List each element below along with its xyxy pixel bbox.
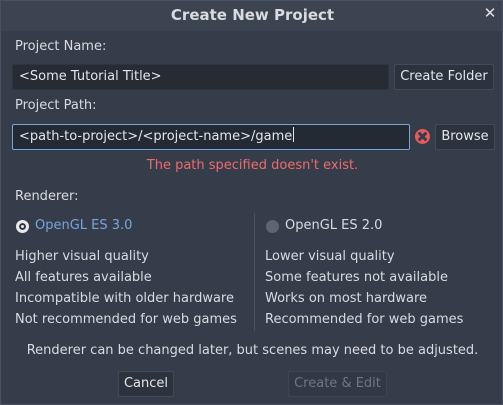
feature-es3-1: Higher visual quality [15,249,149,264]
project-name-input[interactable]: <Some Tutorial Title> [12,64,389,90]
create-folder-button[interactable]: Create Folder [394,64,494,90]
path-error-message: The path specified doesn't exist. [146,158,359,173]
feature-es2-4: Recommended for web games [265,312,464,327]
project-path-label: Project Path: [15,98,97,113]
project-name-label: Project Name: [15,39,107,54]
feature-es3-3: Incompatible with older hardware [15,291,234,306]
dialog-title: Create New Project [170,6,335,24]
radio-opengl-es2[interactable] [266,220,279,233]
create-project-dialog: Create New Project ✕ Project Name: <Some… [0,0,503,405]
renderer-note: Renderer can be changed later, but scene… [26,343,479,358]
feature-es2-2: Some features not available [265,270,448,285]
browse-button[interactable]: Browse [435,124,495,150]
project-path-value: <path-to-project>/<project-name>/game [19,129,293,144]
radio-label-opengl-es3[interactable]: OpenGL ES 3.0 [35,218,132,233]
feature-es3-4: Not recommended for web games [15,312,237,327]
radio-label-opengl-es2[interactable]: OpenGL ES 2.0 [285,218,382,233]
renderer-label: Renderer: [15,189,79,204]
renderer-divider [254,213,255,331]
radio-opengl-es3[interactable] [16,220,29,233]
close-icon[interactable]: ✕ [481,4,499,22]
create-edit-button[interactable]: Create & Edit [288,371,387,397]
feature-es2-3: Works on most hardware [265,291,427,306]
feature-es2-1: Lower visual quality [265,249,395,264]
error-icon [415,129,430,144]
cancel-button[interactable]: Cancel [118,371,174,397]
project-path-input[interactable]: <path-to-project>/<project-name>/game [12,124,410,150]
text-caret [293,127,295,142]
feature-es3-2: All features available [15,270,152,285]
